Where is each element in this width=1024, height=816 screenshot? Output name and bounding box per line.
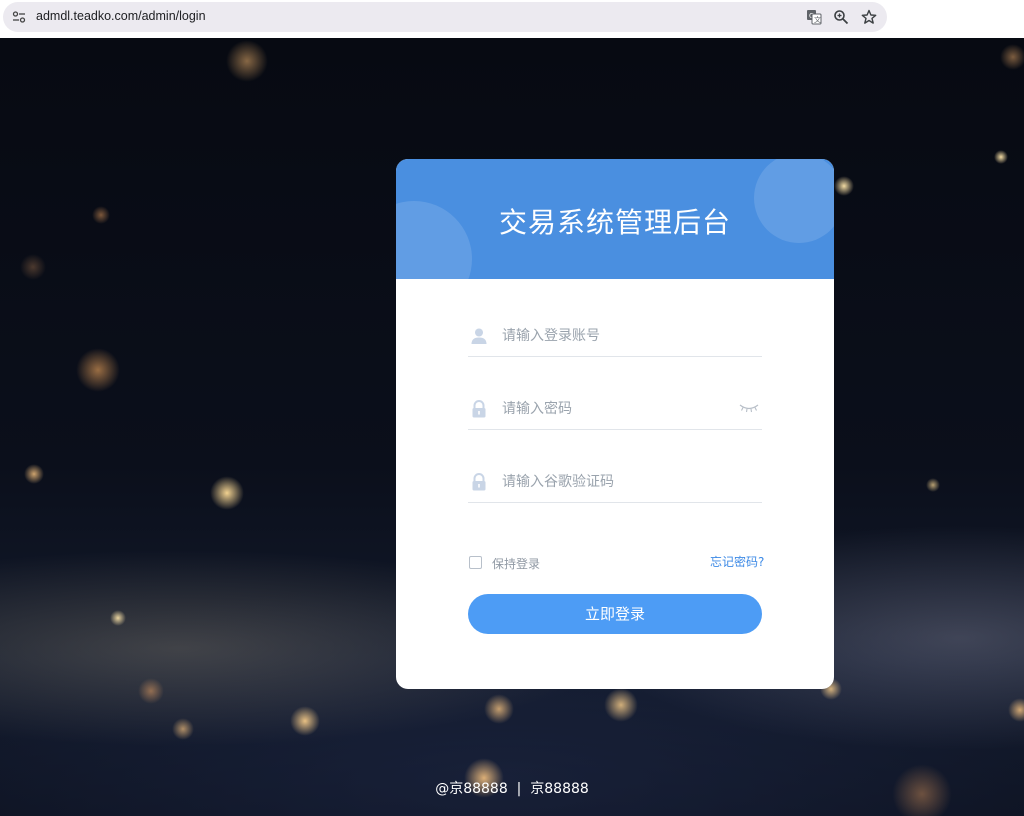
address-bar[interactable]: admdl.teadko.com/admin/login G 文 (3, 2, 887, 32)
captcha-input[interactable] (500, 470, 734, 494)
footer-text: @京88888 | 京88888 (435, 781, 589, 797)
username-input[interactable] (500, 324, 734, 348)
bokeh-light (1008, 698, 1024, 722)
captcha-field[interactable] (468, 460, 762, 503)
bokeh-light (926, 478, 940, 492)
eye-closed-icon[interactable] (738, 402, 760, 414)
forgot-password-link[interactable]: 忘记密码? (710, 553, 764, 570)
remember-checkbox[interactable] (469, 556, 482, 569)
bokeh-light (172, 718, 194, 740)
browser-toolbar: admdl.teadko.com/admin/login G 文 (0, 0, 1024, 38)
bokeh-light (24, 464, 44, 484)
bokeh-light (834, 176, 854, 196)
user-icon (471, 328, 487, 344)
bokeh-light (92, 206, 110, 224)
translate-icon[interactable]: G 文 (806, 9, 822, 25)
login-button[interactable]: 立即登录 (468, 594, 762, 634)
bokeh-light (290, 706, 320, 736)
bokeh-light (210, 476, 244, 510)
bokeh-light (994, 150, 1008, 164)
bokeh-light (226, 40, 268, 82)
lock-icon (472, 400, 486, 418)
site-info-icon[interactable] (12, 10, 26, 24)
bokeh-light (110, 610, 126, 626)
bookmark-star-icon[interactable] (861, 9, 877, 25)
password-input[interactable] (500, 397, 734, 421)
remember-label[interactable]: 保持登录 (492, 555, 540, 572)
bokeh-light (20, 254, 46, 280)
lock-icon (472, 473, 486, 491)
page-title: 交易系统管理后台 (498, 206, 731, 239)
login-card-header: 交易系统管理后台 (396, 159, 834, 279)
zoom-icon[interactable] (833, 9, 849, 25)
bokeh-light (76, 348, 120, 392)
url-text[interactable]: admdl.teadko.com/admin/login (36, 9, 206, 23)
login-card: 交易系统管理后台 保持登录 (396, 159, 834, 689)
password-field[interactable] (468, 387, 762, 430)
bokeh-light (1000, 44, 1024, 70)
bokeh-light (604, 688, 638, 722)
svg-text:文: 文 (814, 15, 821, 24)
username-field[interactable] (468, 314, 762, 357)
bokeh-light (484, 694, 514, 724)
bokeh-light (138, 678, 164, 704)
